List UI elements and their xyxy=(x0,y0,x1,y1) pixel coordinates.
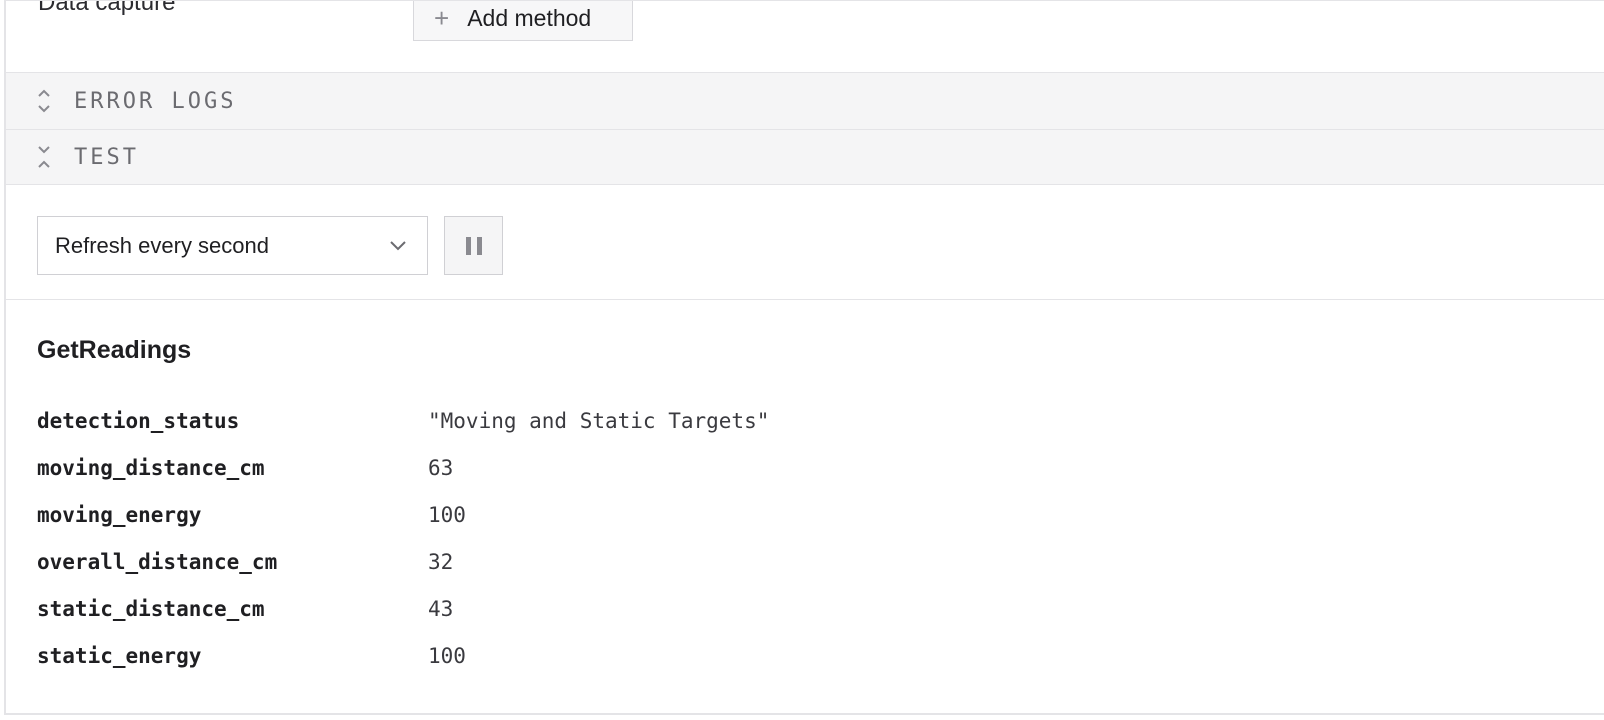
reading-row: static_energy 100 xyxy=(37,632,1037,679)
data-capture-row: Data capture + Add method xyxy=(6,1,1604,73)
readings-title: GetReadings xyxy=(37,336,192,364)
reading-key: moving_distance_cm xyxy=(37,455,265,480)
reading-value: 43 xyxy=(428,596,454,621)
test-title: TEST xyxy=(74,144,139,170)
reading-key: moving_energy xyxy=(37,502,202,527)
add-method-button[interactable]: + Add method xyxy=(413,1,633,41)
reading-value: 32 xyxy=(428,549,454,574)
data-capture-label: Data capture xyxy=(38,0,176,16)
reading-key: static_distance_cm xyxy=(37,596,265,621)
reading-row: overall_distance_cm 32 xyxy=(37,538,1037,585)
readings-list: detection_status "Moving and Static Targ… xyxy=(37,397,1037,679)
reading-value: 100 xyxy=(428,502,466,527)
test-section-header[interactable]: TEST xyxy=(6,130,1604,185)
reading-key: detection_status xyxy=(37,408,240,433)
chevron-collapse-icon xyxy=(34,143,54,171)
reading-key: overall_distance_cm xyxy=(37,549,278,574)
refresh-interval-select[interactable]: Refresh every second xyxy=(37,216,428,275)
plus-icon: + xyxy=(434,3,450,33)
pause-icon xyxy=(463,236,485,255)
chevron-down-icon xyxy=(389,235,407,261)
refresh-interval-value: Refresh every second xyxy=(55,232,269,258)
chevron-expand-icon xyxy=(34,87,54,115)
reading-row: static_distance_cm 43 xyxy=(37,585,1037,632)
reading-key: static_energy xyxy=(37,643,202,668)
reading-row: moving_energy 100 xyxy=(37,491,1037,538)
add-method-label: Add method xyxy=(467,5,592,31)
error-logs-title: ERROR LOGS xyxy=(74,88,237,114)
pause-button[interactable] xyxy=(444,216,503,275)
reading-row: detection_status "Moving and Static Targ… xyxy=(37,397,1037,444)
error-logs-section-header[interactable]: ERROR LOGS xyxy=(6,73,1604,130)
reading-row: moving_distance_cm 63 xyxy=(37,444,1037,491)
resource-panel: Data capture + Add method ERROR LOGS TES… xyxy=(4,0,1604,715)
test-controls: Refresh every second xyxy=(6,185,1604,300)
reading-value: "Moving and Static Targets" xyxy=(428,408,770,433)
reading-value: 100 xyxy=(428,643,466,668)
reading-value: 63 xyxy=(428,455,454,480)
